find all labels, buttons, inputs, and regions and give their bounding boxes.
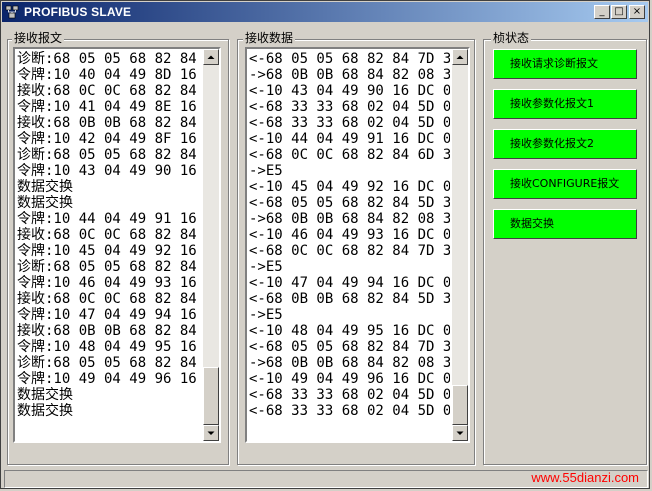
received-data-line: <-10 47 04 49 94 16 DC 04: [249, 275, 450, 291]
received-data-lines: <-68 05 05 68 82 84 7D 3C ->68 0B 0B 68 8…: [249, 51, 450, 439]
received-data-line: <-68 33 33 68 02 04 5D 00: [249, 99, 450, 115]
middle-scroll-down-button[interactable]: [452, 425, 468, 441]
left-scroll-down-button[interactable]: [203, 425, 219, 441]
network-icon: [5, 5, 19, 19]
received-data-line: ->E5: [249, 307, 283, 323]
received-frame-line: 诊断:68 05 05 68 82 84 5: [17, 51, 201, 67]
received-frame-line: 数据交换: [17, 179, 73, 195]
received-data-line: <-68 05 05 68 82 84 7D 3C: [249, 51, 450, 67]
status-parameter-frame-2[interactable]: 接收参数化报文2: [493, 129, 637, 159]
status-data-exchange[interactable]: 数据交换: [493, 209, 637, 239]
received-data-line: ->68 0B 0B 68 84 82 08 3E: [249, 211, 450, 227]
received-data-line: <-10 49 04 49 96 16 DC 04: [249, 371, 450, 387]
status-diagnostic-request-label: 接收请求诊断报文: [510, 57, 598, 70]
received-frame-line: 令牌:10 43 04 49 90 16 1: [17, 163, 201, 179]
status-configure-frame[interactable]: 接收CONFIGURE报文: [493, 169, 637, 199]
received-frame-line: 令牌:10 45 04 49 92 16 1: [17, 243, 201, 259]
left-scroll-up-button[interactable]: [203, 49, 219, 65]
received-frames-label: 接收报文: [12, 31, 65, 45]
received-frame-line: 令牌:10 46 04 49 93 16 1: [17, 275, 201, 291]
received-frame-line: 接收:68 0C 0C 68 82 84 6: [17, 227, 201, 243]
received-data-label: 接收数据: [243, 31, 296, 45]
received-data-line: ->68 0B 0B 68 84 82 08 3E: [249, 67, 450, 83]
received-frame-line: 数据交换: [17, 403, 73, 419]
received-data-line: ->68 0B 0B 68 84 82 08 3E: [249, 355, 450, 371]
received-data-line: <-10 45 04 49 92 16 DC 04: [249, 179, 450, 195]
received-data-line: <-68 33 33 68 02 04 5D 00: [249, 115, 450, 131]
received-data-line: <-68 05 05 68 82 84 7D 3C: [249, 339, 450, 355]
received-data-line: <-68 0C 0C 68 82 84 6D 3D: [249, 147, 450, 163]
received-data-line: <-68 33 33 68 02 04 5D 00: [249, 403, 450, 419]
arrow-up-icon: [207, 55, 215, 59]
left-scrollbar[interactable]: [203, 49, 219, 441]
received-frame-line: 令牌:10 42 04 49 8F 16 1: [17, 131, 201, 147]
app-window: PROFIBUS SLAVE _ □ × 接收报文 诊断:68 05 05 68…: [0, 0, 650, 489]
received-frame-line: 令牌:10 48 04 49 95 16 1: [17, 339, 201, 355]
status-data-exchange-label: 数据交换: [510, 217, 554, 230]
received-frame-line: 诊断:68 05 05 68 82 84 5: [17, 259, 201, 275]
middle-scroll-thumb[interactable]: [452, 385, 468, 425]
received-frame-line: 诊断:68 05 05 68 82 84 7: [17, 147, 201, 163]
received-data-line: <-10 46 04 49 93 16 DC 04: [249, 227, 450, 243]
received-frames-lines: 诊断:68 05 05 68 82 84 5 令牌:10 40 04 49 8D …: [17, 51, 201, 439]
received-frame-line: 令牌:10 47 04 49 94 16 1: [17, 307, 201, 323]
received-frames-listbox[interactable]: 诊断:68 05 05 68 82 84 5 令牌:10 40 04 49 8D …: [13, 47, 221, 443]
received-frame-line: 令牌:10 41 04 49 8E 16 1: [17, 99, 201, 115]
received-frame-line: 数据交换: [17, 195, 73, 211]
received-frame-line: 接收:68 0C 0C 68 82 84 7: [17, 291, 201, 307]
status-diagnostic-request[interactable]: 接收请求诊断报文: [493, 49, 637, 79]
left-scroll-thumb[interactable]: [203, 367, 219, 425]
received-data-line: ->E5: [249, 259, 283, 275]
middle-scrollbar[interactable]: [452, 49, 468, 441]
arrow-down-icon: [456, 431, 464, 435]
minimize-button[interactable]: _: [594, 5, 610, 19]
maximize-button[interactable]: □: [611, 5, 627, 19]
status-parameter-frame-2-label: 接收参数化报文2: [510, 137, 594, 150]
title-bar[interactable]: PROFIBUS SLAVE _ □ ×: [2, 2, 648, 22]
status-configure-frame-label: 接收CONFIGURE报文: [510, 177, 620, 190]
status-parameter-frame-1[interactable]: 接收参数化报文1: [493, 89, 637, 119]
received-frame-line: 接收:68 0B 0B 68 82 84 5: [17, 323, 201, 339]
received-data-line: <-10 43 04 49 90 16 DC 04: [249, 83, 450, 99]
arrow-down-icon: [207, 431, 215, 435]
watermark-text: www.55dianzi.com: [531, 470, 639, 485]
received-frame-line: 令牌:10 40 04 49 8D 16 1: [17, 67, 201, 83]
received-frame-line: 诊断:68 05 05 68 82 84 7: [17, 355, 201, 371]
received-frame-line: 令牌:10 49 04 49 96 16 1: [17, 371, 201, 387]
received-frame-line: 接收:68 0B 0B 68 82 84 5: [17, 115, 201, 131]
status-bar: www.55dianzi.com: [4, 470, 648, 488]
received-data-line: <-68 33 33 68 02 04 5D 00: [249, 387, 450, 403]
received-data-listbox[interactable]: <-68 05 05 68 82 84 7D 3C ->68 0B 0B 68 8…: [245, 47, 470, 443]
received-frame-line: 接收:68 0C 0C 68 82 84 7: [17, 83, 201, 99]
status-parameter-frame-1-label: 接收参数化报文1: [510, 97, 594, 110]
received-data-line: <-10 44 04 49 91 16 DC 04: [249, 131, 450, 147]
frame-status-label: 桢状态: [491, 31, 532, 45]
received-data-line: <-68 05 05 68 82 84 5D 3C: [249, 195, 450, 211]
received-data-line: ->E5: [249, 163, 283, 179]
window-title: PROFIBUS SLAVE: [24, 5, 132, 19]
middle-scroll-up-button[interactable]: [452, 49, 468, 65]
received-frame-line: 令牌:10 44 04 49 91 16 1: [17, 211, 201, 227]
received-data-line: <-68 0C 0C 68 82 84 7D 3D: [249, 243, 450, 259]
close-button[interactable]: ×: [629, 5, 645, 19]
arrow-up-icon: [456, 55, 464, 59]
received-data-line: <-68 0B 0B 68 82 84 5D 3E: [249, 291, 450, 307]
received-data-line: <-10 48 04 49 95 16 DC 04: [249, 323, 450, 339]
received-frame-line: 数据交换: [17, 387, 73, 403]
